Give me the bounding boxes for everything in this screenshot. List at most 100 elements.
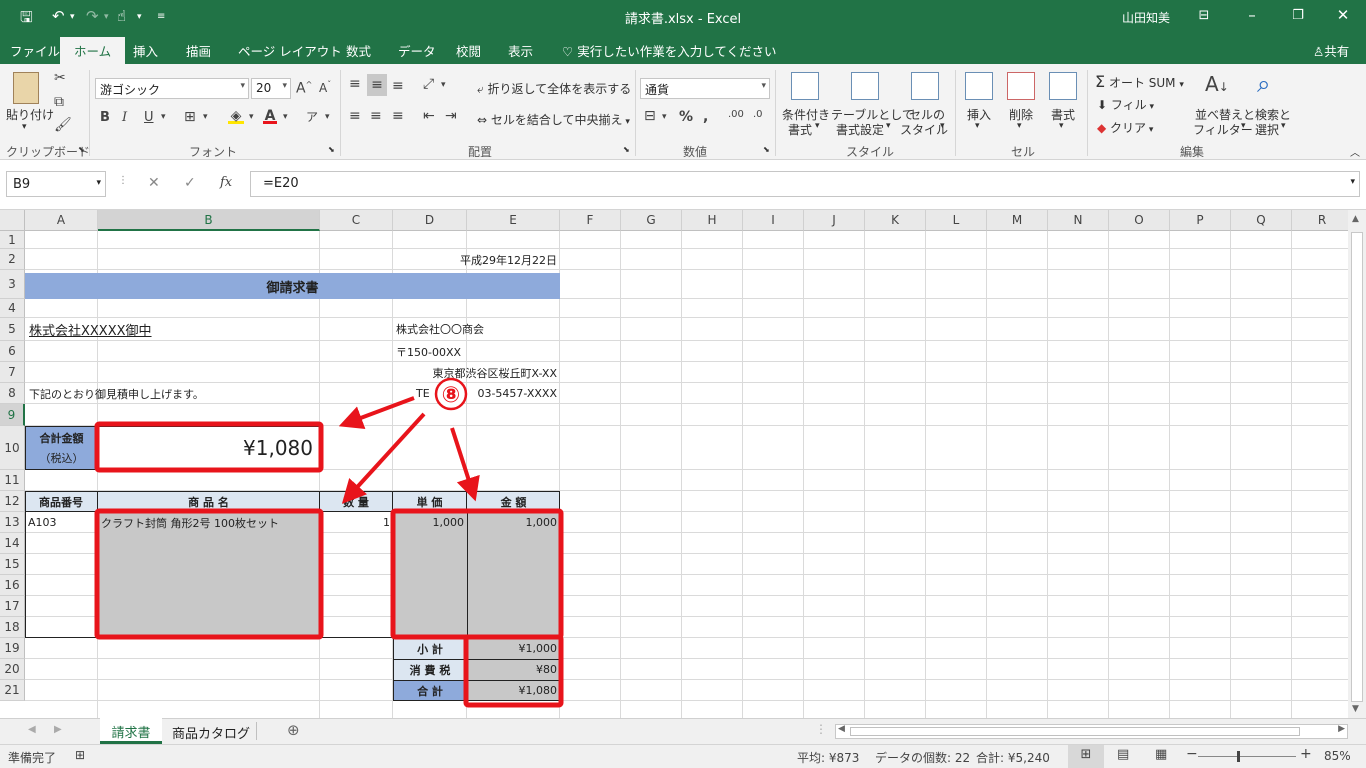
increase-decimal-icon[interactable]: .00 [728,109,744,120]
status-average[interactable]: 平均: ¥873 [797,749,859,766]
cut-icon[interactable]: ✂ [54,70,66,86]
row-header-3[interactable]: 3 [0,270,25,299]
column-header-C[interactable]: C [320,210,393,231]
zoom-level[interactable]: 85% [1324,749,1351,763]
row-header-8[interactable]: 8 [0,383,25,404]
header-name[interactable]: 商 品 名 [98,491,320,512]
ribbon-display-icon[interactable]: ⊟ [1189,8,1219,23]
scroll-up-icon[interactable]: ▲ [1352,214,1359,224]
vertical-scrollbar[interactable]: ▲ ▼ [1348,210,1366,718]
autosum-button[interactable]: Σ オート SUM ▾ [1095,72,1184,91]
align-top-icon[interactable]: ≡ [349,76,361,92]
customer-name[interactable]: 株式会社XXXXX御中 [26,318,226,340]
row-header-2[interactable]: 2 [0,249,25,270]
company-name[interactable]: 株式会社〇〇商会 [393,318,560,340]
header-amount[interactable]: 金 額 [467,491,560,512]
row-header-9[interactable]: 9 [0,404,25,426]
tab-formulas[interactable]: 数式 [346,41,371,60]
row-header-19[interactable]: 19 [0,638,25,659]
row-header-6[interactable]: 6 [0,341,25,362]
add-sheet-icon[interactable]: ⊕ [287,721,300,739]
item-qty[interactable]: 1 [320,512,393,533]
grand-label[interactable]: 合 計 [393,680,467,701]
fill-color-icon[interactable]: ◈ [228,108,244,124]
number-format-combo[interactable]: 通貨 ▾ [640,78,770,99]
item-name[interactable]: クラフト封筒 角形2号 100枚セット [98,512,320,533]
underline-icon[interactable]: U [144,110,154,125]
clear-button[interactable]: ◆ クリア ▾ [1097,119,1153,136]
zoom-slider-thumb[interactable] [1237,751,1240,762]
font-launcher-icon[interactable]: ⬊ [328,145,335,154]
align-right-icon[interactable]: ≡ [392,108,404,124]
collapse-ribbon-icon[interactable]: ︿ [1350,144,1360,159]
row-header-4[interactable]: 4 [0,299,25,318]
tab-page-layout[interactable]: ページ レイアウト [238,41,342,60]
accounting-format-icon[interactable]: ⊟ [644,108,656,124]
number-launcher-icon[interactable]: ⬊ [763,145,770,154]
column-header-L[interactable]: L [926,210,987,231]
restore-icon[interactable]: ❐ [1283,8,1313,23]
increase-indent-icon[interactable]: ⇥ [445,108,457,124]
row-header-21[interactable]: 21 [0,680,25,701]
row-header-7[interactable]: 7 [0,362,25,383]
paste-dropdown-icon[interactable]: ▾ [22,122,27,132]
column-header-A[interactable]: A [25,210,98,231]
total-amount[interactable]: ¥1,080 [98,426,320,470]
worksheet-grid[interactable]: ABCDEFGHIJKLMNOPQR 1 2 3 4 5 6 7 8 9 10 11 12 13 14 15… [0,210,1348,718]
page-layout-view-icon[interactable]: ▤ [1117,747,1129,762]
horizontal-scrollbar[interactable]: ◀ ▶ [835,724,1348,739]
align-bottom-icon[interactable]: ≡ [392,78,404,94]
column-header-J[interactable]: J [804,210,865,231]
column-header-F[interactable]: F [560,210,621,231]
column-header-P[interactable]: P [1170,210,1231,231]
grow-font-icon[interactable]: A^ [296,80,312,97]
row-header-11[interactable]: 11 [0,470,25,491]
cancel-icon[interactable]: ✕ [148,175,160,191]
column-header-N[interactable]: N [1048,210,1109,231]
accounting-dropdown-icon[interactable]: ▾ [662,112,667,122]
column-header-R[interactable]: R [1292,210,1348,231]
row-header-16[interactable]: 16 [0,575,25,596]
column-header-H[interactable]: H [682,210,743,231]
status-count[interactable]: データの個数: 22 [875,749,970,766]
column-header-G[interactable]: G [621,210,682,231]
bold-icon[interactable]: B [100,110,110,125]
tab-file[interactable]: ファイル [10,41,60,60]
font-size-combo[interactable]: 20 ▾ [251,78,291,99]
tax-label[interactable]: 消 費 税 [393,659,467,680]
item-amount[interactable]: 1,000 [467,512,560,533]
tel-number[interactable]: 03-5457-XXXX [467,383,560,404]
user-name[interactable]: 山田知美 [1122,9,1170,26]
orientation-dropdown-icon[interactable]: ▾ [441,80,446,90]
prev-sheet-icon[interactable]: ◀ [28,724,36,735]
orientation-icon[interactable]: ⤢ [423,76,434,92]
subtotal-label[interactable]: 小 計 [393,638,467,659]
align-left-icon[interactable]: ≡ [349,108,361,124]
sheet-tab-invoice[interactable]: 請求書 [100,718,162,744]
zoom-out-icon[interactable]: − [1186,746,1198,762]
header-qty[interactable]: 数 量 [320,491,393,512]
merge-center-button[interactable]: ⇔ セルを結合して中央揃え ▾ [477,111,630,128]
tab-data[interactable]: データ [398,41,436,60]
greeting-text[interactable]: 下記のとおり御見積申し上げます。 [26,383,276,404]
alignment-launcher-icon[interactable]: ⬊ [623,145,630,154]
row-header-15[interactable]: 15 [0,554,25,575]
row-header-14[interactable]: 14 [0,533,25,554]
row-header-1[interactable]: 1 [0,231,25,249]
tax-value[interactable]: ¥80 [467,659,560,680]
format-painter-icon[interactable]: 🖌 [54,117,72,133]
tell-me-box[interactable]: ♡ 実行したい作業を入力してください [562,41,776,60]
header-price[interactable]: 単 価 [393,491,467,512]
select-all-corner[interactable] [0,210,25,231]
tab-insert[interactable]: 挿入 [133,41,158,60]
row-header-18[interactable]: 18 [0,617,25,638]
enter-icon[interactable]: ✓ [184,175,196,191]
italic-icon[interactable]: I [122,110,127,125]
fill-button[interactable]: ⬇ フィル ▾ [1097,96,1154,113]
macro-record-icon[interactable]: ⊞ [75,748,85,762]
align-center-icon[interactable]: ≡ [370,108,382,124]
next-sheet-icon[interactable]: ▶ [54,724,62,735]
column-header-D[interactable]: D [393,210,467,231]
tab-draw[interactable]: 描画 [186,41,211,60]
percent-icon[interactable]: % [679,109,693,125]
